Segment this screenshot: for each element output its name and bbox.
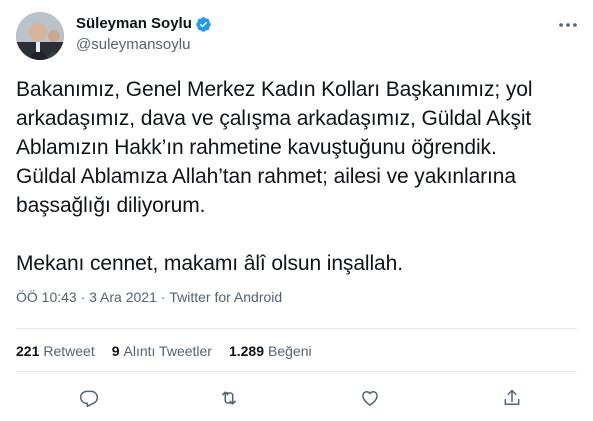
more-options-icon[interactable] bbox=[557, 18, 579, 32]
author-name[interactable]: Süleyman Soylu bbox=[76, 14, 192, 34]
retweet-count: 221 bbox=[16, 343, 40, 359]
tweet-source[interactable]: Twitter for Android bbox=[169, 289, 282, 305]
retweet-count-link[interactable]: 221 Retweet bbox=[16, 342, 95, 360]
tweet-stats: 221 Retweet 9 Alıntı Tweetler 1.289 Beğeni bbox=[16, 342, 312, 360]
action-bar bbox=[0, 383, 593, 413]
avatar[interactable] bbox=[16, 12, 64, 60]
tweet-time[interactable]: ÖÖ 10:43 bbox=[16, 289, 77, 305]
reply-button[interactable] bbox=[74, 383, 104, 413]
verified-badge-icon bbox=[195, 16, 212, 33]
avatar-image bbox=[16, 12, 64, 60]
like-count-link[interactable]: 1.289 Beğeni bbox=[229, 342, 312, 360]
meta-separator: · bbox=[80, 289, 90, 305]
share-icon bbox=[504, 389, 520, 405]
retweet-label: Retweet bbox=[43, 343, 95, 359]
quote-count-link[interactable]: 9 Alıntı Tweetler bbox=[112, 342, 212, 360]
tweet-meta: ÖÖ 10:43 · 3 Ara 2021 · Twitter for Andr… bbox=[16, 288, 282, 306]
like-count: 1.289 bbox=[228, 343, 265, 359]
tweet-card: Süleyman Soylu @suleymansoylu Bakanımız,… bbox=[0, 0, 593, 421]
divider bbox=[16, 328, 577, 329]
author-name-row[interactable]: Süleyman Soylu bbox=[76, 14, 212, 34]
quote-label: Alıntı Tweetler bbox=[123, 343, 212, 359]
like-button[interactable] bbox=[355, 383, 385, 413]
reply-icon bbox=[79, 390, 99, 408]
retweet-button[interactable] bbox=[214, 383, 244, 413]
quote-count: 9 bbox=[111, 343, 120, 359]
tweet-date[interactable]: 3 Ara 2021 bbox=[89, 289, 157, 305]
share-button[interactable] bbox=[497, 383, 527, 413]
like-label: Beğeni bbox=[268, 343, 312, 359]
divider bbox=[16, 371, 577, 372]
tweet-text: Bakanımız, Genel Merkez Kadın Kolları Ba… bbox=[16, 78, 533, 275]
like-icon bbox=[362, 391, 378, 406]
retweet-icon bbox=[222, 391, 236, 405]
author-handle[interactable]: @suleymansoylu bbox=[76, 35, 190, 55]
